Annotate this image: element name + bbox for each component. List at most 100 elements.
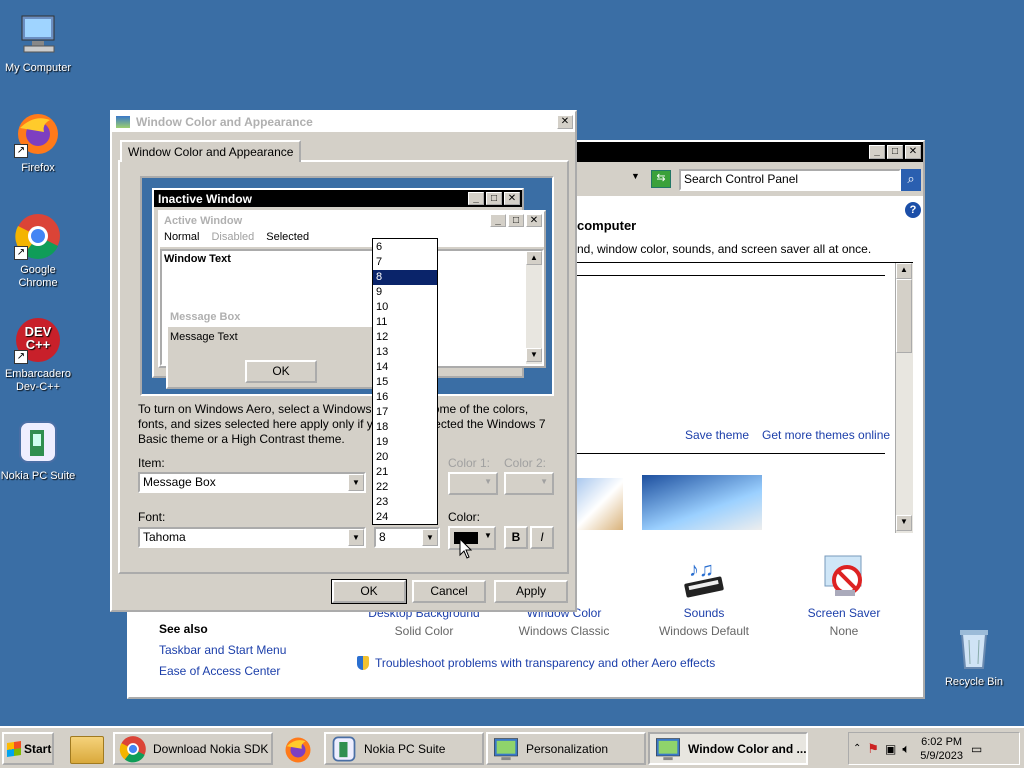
firefox-quicklaunch-icon[interactable] [282, 735, 314, 765]
color1-picker: ▼ [448, 472, 498, 495]
search-icon[interactable]: ⌕ [901, 169, 921, 191]
ok-button[interactable]: OK [331, 579, 407, 604]
color-label: Color: [448, 510, 481, 524]
desktop-icon-recycle-bin[interactable]: Recycle Bin [936, 624, 1012, 689]
item-select-value: Message Box [143, 475, 216, 489]
scroll-thumb[interactable] [896, 279, 912, 353]
minimize-icon[interactable]: _ [869, 145, 885, 159]
start-button[interactable]: Start [2, 732, 54, 765]
chevron-down-icon[interactable]: ▼ [348, 474, 364, 491]
show-desktop-icon[interactable]: ▭ [971, 742, 982, 756]
cancel-button[interactable]: Cancel [412, 580, 486, 603]
item-label: Item: [138, 456, 165, 470]
taskbar-button-chrome[interactable]: Download Nokia SDK ... [113, 732, 273, 765]
bold-button[interactable]: B [504, 526, 528, 549]
tab-window-color-appearance[interactable]: Window Color and Appearance [120, 140, 302, 162]
ease-of-access-link[interactable]: Ease of Access Center [159, 664, 280, 678]
windows-logo-icon [7, 740, 21, 757]
close-icon: ✕ [526, 214, 542, 227]
preview-active-titlebar: Active Window _ □ ✕ [160, 212, 544, 229]
scroll-up-icon[interactable]: ▲ [896, 263, 912, 279]
tile-sub: Windows Classic [518, 624, 610, 638]
theme-list[interactable]: Save theme Get more themes online ▲ ▼ [577, 262, 913, 533]
theme-scrollbar[interactable]: ▲ ▼ [895, 263, 913, 533]
font-size-option[interactable]: 16 [373, 390, 437, 405]
font-size-option[interactable]: 9 [373, 285, 437, 300]
scroll-down-icon[interactable]: ▼ [896, 515, 912, 531]
taskbar-button-window-color[interactable]: Window Color and ... [648, 732, 808, 765]
action-center-flag-icon[interactable]: ⚑ [867, 741, 879, 757]
desktop-icon-chrome[interactable]: ↗ Google Chrome [0, 212, 76, 290]
preview-inactive-title: Inactive Window [158, 191, 252, 206]
volume-icon[interactable]: 🔈︎ [902, 741, 910, 757]
font-size-dropdown-list[interactable]: 6 7 8 9 10 11 12 13 14 15 16 17 18 19 20 21 22 23 24 [372, 238, 438, 525]
show-hidden-icons-icon[interactable]: ⌃ [853, 743, 861, 754]
font-size-option[interactable]: 8 [373, 270, 437, 285]
apply-button[interactable]: Apply [494, 580, 568, 603]
desktop-icon-my-computer[interactable]: My Computer [0, 10, 76, 75]
font-size-option[interactable]: 23 [373, 495, 437, 510]
italic-button[interactable]: I [530, 526, 554, 549]
network-icon[interactable]: ▣ [885, 742, 896, 756]
menu-selected: Selected [266, 231, 310, 243]
clock[interactable]: 6:02 PM 5/9/2023 [920, 735, 963, 763]
taskbar: Start Download Nokia SDK ... Nokia PC Su… [0, 726, 1024, 768]
tile-screen-saver[interactable]: Screen Saver None [779, 550, 909, 638]
appearance-preview: Inactive Window _ □ ✕ Active Window _ □ ✕ No… [140, 176, 554, 396]
desktop-icon-label: Google Chrome [18, 264, 58, 289]
dialog-title: Window Color and Appearance [136, 115, 313, 129]
address-dropdown-icon[interactable]: ▼ [631, 171, 640, 181]
troubleshoot-link[interactable]: Troubleshoot problems with transparency … [375, 656, 715, 670]
search-input[interactable]: Search Control Panel [679, 169, 901, 191]
save-theme-link[interactable]: Save theme [685, 428, 749, 442]
window-controls: _ □ ✕ [869, 145, 921, 159]
font-size-option[interactable]: 24 [373, 510, 437, 525]
font-size-select[interactable]: 8 ▼ [374, 527, 440, 548]
screen-saver-icon [819, 550, 869, 606]
theme-thumbnail[interactable] [642, 475, 762, 530]
close-icon[interactable]: ✕ [905, 145, 921, 159]
font-size-option[interactable]: 6 [373, 240, 437, 255]
font-size-option[interactable]: 14 [373, 360, 437, 375]
taskbar-button-nokia[interactable]: Nokia PC Suite [324, 732, 484, 765]
tab-panel: Inactive Window _ □ ✕ Active Window _ □ ✕ No… [118, 160, 569, 574]
tile-sub: Windows Default [658, 624, 750, 638]
help-icon[interactable]: ? [905, 202, 921, 218]
font-size-option[interactable]: 7 [373, 255, 437, 270]
recycle-bin-icon [950, 624, 998, 672]
taskbar-start-menu-link[interactable]: Taskbar and Start Menu [159, 643, 286, 657]
desktop-icon-devcpp[interactable]: DEV C++ ↗ Embarcadero Dev-C++ [0, 316, 76, 394]
chevron-down-icon[interactable]: ▼ [422, 529, 438, 546]
explorer-quicklaunch-icon[interactable] [70, 736, 104, 764]
desktop-icon-nokia[interactable]: Nokia PC Suite [0, 418, 76, 483]
taskbar-button-personalization[interactable]: Personalization [486, 732, 646, 765]
font-size-option[interactable]: 12 [373, 330, 437, 345]
menu-disabled: Disabled [211, 231, 255, 243]
maximize-icon[interactable]: □ [887, 145, 903, 159]
preview-msgbox-text: Message Text [170, 331, 238, 343]
font-size-option[interactable]: 21 [373, 465, 437, 480]
font-size-option[interactable]: 22 [373, 480, 437, 495]
desktop-icon-firefox[interactable]: ↗ Firefox [0, 110, 76, 175]
color2-picker: ▼ [504, 472, 554, 495]
close-icon: ✕ [504, 192, 520, 205]
font-size-option[interactable]: 19 [373, 435, 437, 450]
font-size-option[interactable]: 15 [373, 375, 437, 390]
font-size-option[interactable]: 17 [373, 405, 437, 420]
get-more-themes-link[interactable]: Get more themes online [762, 428, 890, 442]
refresh-icon[interactable]: ⇆ [651, 170, 671, 188]
item-select[interactable]: Message Box ▼ [138, 472, 366, 493]
font-select[interactable]: Tahoma ▼ [138, 527, 366, 548]
chevron-down-icon: ▼ [484, 477, 492, 486]
font-size-option[interactable]: 18 [373, 420, 437, 435]
close-icon[interactable]: ✕ [557, 115, 573, 129]
desktop-icon-label: Recycle Bin [944, 676, 1004, 688]
tile-sounds[interactable]: ♪♫ Sounds Windows Default [639, 550, 769, 638]
theme-thumbnail[interactable] [577, 478, 623, 530]
chevron-down-icon[interactable]: ▼ [348, 529, 364, 546]
font-size-option[interactable]: 20 [373, 450, 437, 465]
font-size-option[interactable]: 13 [373, 345, 437, 360]
font-size-option[interactable]: 11 [373, 315, 437, 330]
nokia-icon [332, 735, 356, 762]
font-size-option[interactable]: 10 [373, 300, 437, 315]
